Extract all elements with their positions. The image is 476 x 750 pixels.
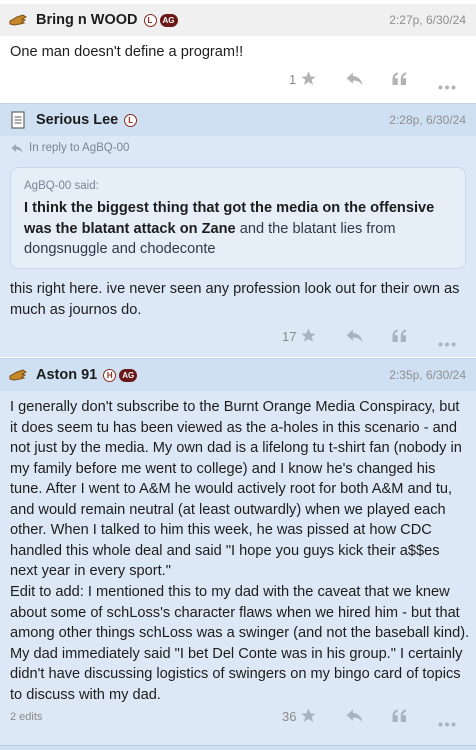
- quote-icon[interactable]: [391, 328, 409, 349]
- quote-text: I think the biggest thing that got the m…: [24, 198, 456, 260]
- like-count: 36: [282, 709, 297, 724]
- username[interactable]: Bring n WOOD: [36, 12, 138, 28]
- action-bar: 1: [0, 66, 476, 96]
- quote-icon[interactable]: [391, 71, 409, 92]
- post-1: Bring n WOOD L AG 2:27p, 6/30/24 One man…: [0, 0, 476, 104]
- reply-to-line[interactable]: In reply to AgBQ-00: [10, 142, 129, 154]
- post-body: One man doesn't define a program!!: [10, 44, 244, 60]
- more-dots-icon[interactable]: [438, 334, 456, 352]
- quote-icon[interactable]: [391, 708, 409, 729]
- edits-count[interactable]: 2 edits: [10, 711, 42, 723]
- hand-avatar-icon[interactable]: [8, 365, 28, 385]
- timestamp[interactable]: 2:27p, 6/30/24: [389, 13, 466, 27]
- post-2: Serious Lee L 2:28p, 6/30/24 In reply to…: [0, 103, 476, 357]
- post-header: Aston 91 H AG 2:35p, 6/30/24: [0, 359, 476, 391]
- action-bar: 2 edits 36: [0, 702, 476, 732]
- next-post-divider: [0, 745, 476, 750]
- more-dots-icon[interactable]: [438, 77, 456, 95]
- like-count: 1: [289, 72, 297, 87]
- more-dots-icon[interactable]: [438, 714, 456, 732]
- quote-block: AgBQ-00 said: I think the biggest thing …: [10, 167, 466, 269]
- action-bar: 17: [0, 322, 476, 352]
- star-icon[interactable]: [300, 70, 317, 92]
- reply-arrow-icon[interactable]: [345, 71, 364, 92]
- post-3: Aston 91 H AG 2:35p, 6/30/24 I generally…: [0, 358, 476, 750]
- reply-to-text: In reply to AgBQ-00: [29, 142, 130, 154]
- document-avatar-icon[interactable]: [8, 110, 28, 130]
- reply-arrow-icon[interactable]: [345, 328, 364, 349]
- reply-arrow-icon: [10, 143, 24, 154]
- badge-ag: AG: [159, 13, 178, 27]
- badge-ag: AG: [119, 368, 138, 382]
- timestamp[interactable]: 2:28p, 6/30/24: [389, 113, 466, 127]
- hand-avatar-icon[interactable]: [8, 10, 28, 30]
- post-header: Serious Lee L 2:28p, 6/30/24: [0, 104, 476, 136]
- timestamp[interactable]: 2:35p, 6/30/24: [389, 368, 466, 382]
- quote-author[interactable]: AgBQ-00 said:: [24, 180, 99, 192]
- badge-l: L: [143, 13, 157, 27]
- badge-l: L: [124, 113, 138, 127]
- star-icon[interactable]: [300, 327, 317, 349]
- post-body-paragraph-2: Edit to add: I mentioned this to my dad …: [10, 584, 470, 703]
- post-body-paragraph-1: I generally don't subscribe to the Burnt…: [10, 399, 462, 579]
- badge-h: H: [103, 368, 117, 382]
- post-body: this right here. ive never seen any prof…: [10, 281, 460, 318]
- like-count: 17: [282, 329, 297, 344]
- username[interactable]: Serious Lee: [36, 112, 118, 128]
- star-icon[interactable]: [300, 707, 317, 729]
- username[interactable]: Aston 91: [36, 367, 97, 383]
- reply-arrow-icon[interactable]: [345, 708, 364, 729]
- post-header: Bring n WOOD L AG 2:27p, 6/30/24: [0, 4, 476, 36]
